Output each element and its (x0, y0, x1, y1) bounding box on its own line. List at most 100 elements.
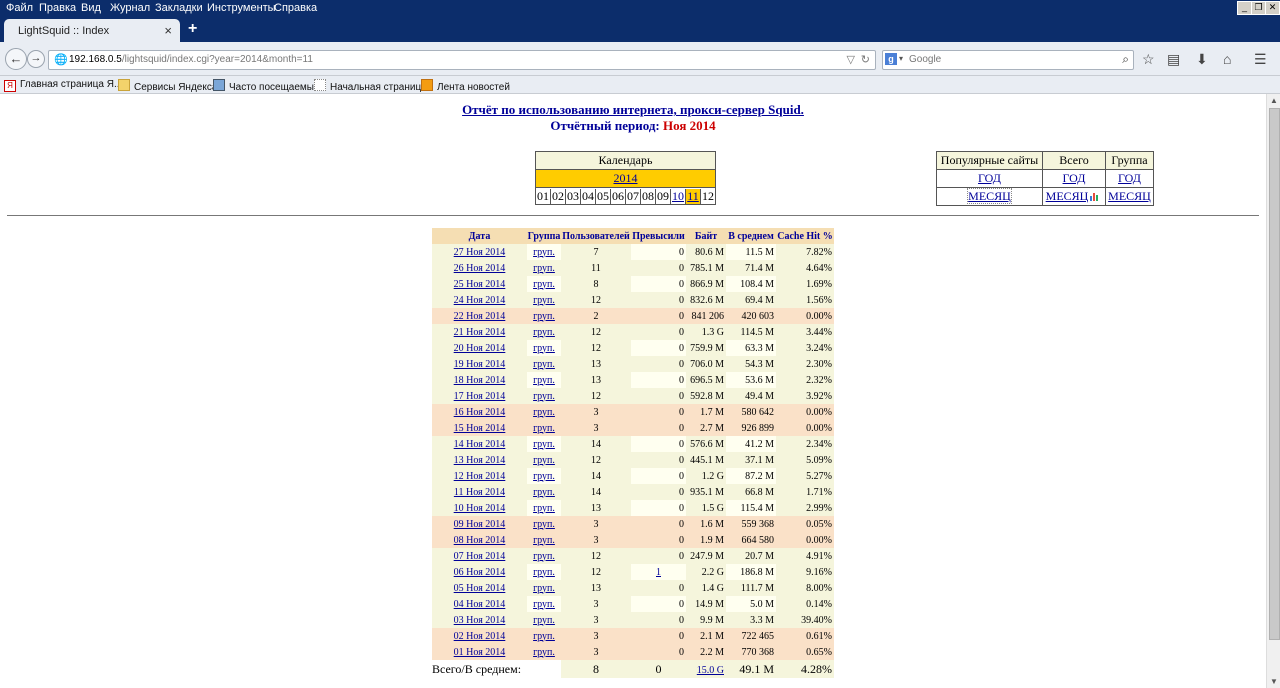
group-link[interactable]: груп. (533, 583, 555, 594)
tab-lightsquid[interactable]: LightSquid :: Index × (4, 19, 180, 42)
popular-month-link[interactable]: МЕСЯЦ (967, 188, 1012, 204)
group-year-link[interactable]: ГОД (1118, 171, 1141, 185)
restore-icon[interactable]: ❐ (1251, 1, 1266, 15)
group-month-link[interactable]: МЕСЯЦ (1108, 189, 1151, 203)
date-link[interactable]: 07 Ноя 2014 (454, 551, 506, 562)
group-link[interactable]: груп. (533, 327, 555, 338)
bookmark-most-visited[interactable]: Часто посещаемые (213, 79, 320, 93)
dropdown-icon[interactable]: ▽ (847, 53, 855, 66)
group-link[interactable]: груп. (533, 423, 555, 434)
group-link[interactable]: груп. (533, 247, 555, 258)
group-link[interactable]: груп. (533, 551, 555, 562)
date-link[interactable]: 16 Ноя 2014 (454, 407, 506, 418)
date-link[interactable]: 22 Ноя 2014 (454, 311, 506, 322)
exceeded-link[interactable]: 1 (656, 567, 661, 578)
date-link[interactable]: 02 Ноя 2014 (454, 631, 506, 642)
menu-edit[interactable]: Правка (39, 2, 76, 14)
date-link[interactable]: 11 Ноя 2014 (454, 487, 505, 498)
bookmark-news-feed[interactable]: Лента новостей (421, 79, 510, 93)
total-bytes-link[interactable]: 15.0 G (697, 665, 724, 676)
group-link[interactable]: груп. (533, 519, 555, 530)
date-link[interactable]: 17 Ноя 2014 (454, 391, 506, 402)
google-icon[interactable]: g (885, 53, 897, 65)
back-icon[interactable]: ← (5, 48, 27, 70)
date-link[interactable]: 08 Ноя 2014 (454, 535, 506, 546)
popular-year-link[interactable]: ГОД (978, 171, 1001, 185)
group-link[interactable]: груп. (533, 311, 555, 322)
date-link[interactable]: 14 Ноя 2014 (454, 439, 506, 450)
minimize-icon[interactable]: _ (1237, 1, 1252, 15)
date-link[interactable]: 18 Ноя 2014 (454, 375, 506, 386)
reading-list-icon[interactable]: ▤ (1167, 51, 1180, 68)
menu-view[interactable]: Вид (81, 2, 101, 14)
month-link-10[interactable]: 10 (672, 189, 684, 203)
date-link[interactable]: 25 Ноя 2014 (454, 279, 506, 290)
reload-icon[interactable]: ↻ (861, 53, 870, 66)
total-month-link[interactable]: МЕСЯЦ (1046, 189, 1089, 203)
tab-close-icon[interactable]: × (164, 23, 172, 38)
date-link[interactable]: 26 Ноя 2014 (454, 263, 506, 274)
menu-bookmarks[interactable]: Закладки (155, 2, 203, 14)
date-link[interactable]: 20 Ноя 2014 (454, 343, 506, 354)
bookmark-yandex-services[interactable]: Сервисы Яндекса (118, 79, 217, 93)
menu-help[interactable]: Справка (274, 2, 317, 14)
home-icon[interactable]: ⌂ (1223, 51, 1231, 67)
vertical-scrollbar[interactable]: ▲ ▼ (1266, 94, 1280, 688)
search-bar[interactable]: g ▾ Google ⌕ (882, 50, 1134, 70)
group-link[interactable]: груп. (533, 439, 555, 450)
month-10[interactable]: 10 (671, 188, 686, 204)
bar-chart-icon[interactable] (1090, 190, 1100, 201)
group-link[interactable]: груп. (533, 343, 555, 354)
menu-icon[interactable]: ☰ (1254, 51, 1267, 68)
date-link[interactable]: 10 Ноя 2014 (454, 503, 506, 514)
group-link[interactable]: груп. (533, 615, 555, 626)
date-link[interactable]: 13 Ноя 2014 (454, 455, 506, 466)
menu-history[interactable]: Журнал (110, 2, 150, 14)
date-link[interactable]: 19 Ноя 2014 (454, 359, 506, 370)
group-link[interactable]: груп. (533, 487, 555, 498)
month-link-11[interactable]: 11 (687, 189, 699, 203)
date-link[interactable]: 06 Ноя 2014 (454, 567, 506, 578)
group-link[interactable]: груп. (533, 407, 555, 418)
scroll-down-icon[interactable]: ▼ (1269, 677, 1279, 686)
date-link[interactable]: 01 Ноя 2014 (454, 647, 506, 658)
month-11[interactable]: 11 (686, 188, 701, 204)
page-title-link[interactable]: Отчёт по использованию интернета, прокси… (462, 102, 804, 117)
date-link[interactable]: 21 Ноя 2014 (454, 327, 506, 338)
date-link[interactable]: 24 Ноя 2014 (454, 295, 506, 306)
search-icon[interactable]: ⌕ (1122, 52, 1129, 67)
group-link[interactable]: груп. (533, 359, 555, 370)
group-link[interactable]: груп. (533, 455, 555, 466)
date-link[interactable]: 15 Ноя 2014 (454, 423, 506, 434)
group-link[interactable]: груп. (533, 535, 555, 546)
menu-file[interactable]: Файл (6, 2, 33, 14)
new-tab-button[interactable]: + (188, 20, 197, 38)
date-link[interactable]: 27 Ноя 2014 (454, 247, 506, 258)
group-link[interactable]: груп. (533, 279, 555, 290)
group-link[interactable]: груп. (533, 647, 555, 658)
star-icon[interactable]: ☆ (1142, 51, 1155, 68)
group-link[interactable]: груп. (533, 263, 555, 274)
scroll-up-icon[interactable]: ▲ (1269, 96, 1279, 105)
download-icon[interactable]: ⬇ (1196, 51, 1208, 68)
date-link[interactable]: 03 Ноя 2014 (454, 615, 506, 626)
group-link[interactable]: груп. (533, 503, 555, 514)
bookmark-yandex-home[interactable]: Я Главная страница Я... (4, 79, 122, 92)
group-link[interactable]: груп. (533, 599, 555, 610)
url-bar[interactable]: 🌐 192.168.0.5/lightsquid/index.cgi?year=… (48, 50, 876, 70)
group-link[interactable]: груп. (533, 567, 555, 578)
total-year-link[interactable]: ГОД (1063, 171, 1086, 185)
group-link[interactable]: груп. (533, 295, 555, 306)
date-link[interactable]: 09 Ноя 2014 (454, 519, 506, 530)
close-window-icon[interactable]: ✕ (1265, 1, 1280, 15)
group-link[interactable]: груп. (533, 631, 555, 642)
bookmark-start-page[interactable]: Начальная страница (314, 79, 427, 93)
scrollbar-thumb[interactable] (1269, 108, 1280, 640)
engine-dropdown-icon[interactable]: ▾ (899, 54, 903, 63)
calendar-year-link[interactable]: 2014 (614, 171, 638, 185)
forward-icon[interactable]: → (27, 50, 45, 68)
date-link[interactable]: 12 Ноя 2014 (454, 471, 506, 482)
group-link[interactable]: груп. (533, 471, 555, 482)
group-link[interactable]: груп. (533, 375, 555, 386)
date-link[interactable]: 04 Ноя 2014 (454, 599, 506, 610)
